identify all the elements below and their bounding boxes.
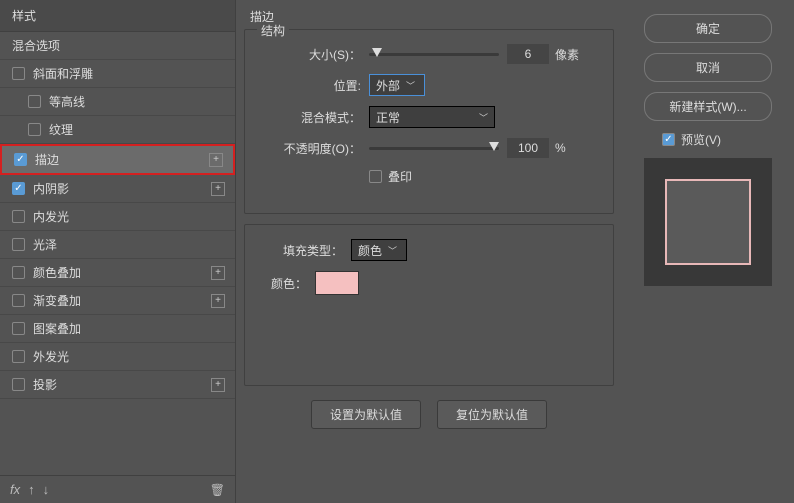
style-checkbox[interactable] xyxy=(12,322,25,335)
preview-swatch xyxy=(665,179,751,265)
filltype-select[interactable]: 颜色 ﹀ xyxy=(351,239,407,261)
position-select[interactable]: 外部 ﹀ xyxy=(369,74,425,96)
arrow-down-icon[interactable]: ↓ xyxy=(43,482,50,497)
style-checkbox[interactable] xyxy=(12,67,25,80)
preview-label: 预览(V) xyxy=(681,131,721,148)
add-layer-icon[interactable] xyxy=(211,266,225,280)
position-value: 外部 xyxy=(376,77,400,94)
styles-sidebar: 样式 混合选项 斜面和浮雕等高线纹理描边内阴影内发光光泽颜色叠加渐变叠加图案叠加… xyxy=(0,0,236,503)
opacity-slider[interactable] xyxy=(369,147,499,150)
styles-header: 样式 xyxy=(0,0,235,32)
filltype-value: 颜色 xyxy=(358,242,382,259)
opacity-label: 不透明度(O)： xyxy=(263,140,361,157)
style-checkbox[interactable] xyxy=(12,350,25,363)
slider-thumb-icon[interactable] xyxy=(489,142,499,151)
style-label: 投影 xyxy=(33,376,211,393)
style-checkbox[interactable] xyxy=(12,182,25,195)
style-checkbox[interactable] xyxy=(12,378,25,391)
structure-legend: 结构 xyxy=(257,22,289,39)
color-swatch[interactable] xyxy=(315,271,359,295)
opacity-unit: % xyxy=(555,141,566,155)
style-checkbox[interactable] xyxy=(12,294,25,307)
style-row[interactable]: 投影 xyxy=(0,371,235,399)
blend-mode-value: 正常 xyxy=(376,109,400,126)
fx-icon[interactable]: fx xyxy=(10,482,20,497)
style-checkbox[interactable] xyxy=(28,95,41,108)
style-row[interactable]: 纹理 xyxy=(0,116,235,144)
style-label: 内发光 xyxy=(33,208,225,225)
style-row[interactable]: 等高线 xyxy=(0,88,235,116)
settings-panel: 描边 结构 大小(S)： 像素 位置: 外部 ﹀ 混合模式： 正常 xyxy=(236,0,630,503)
style-label: 渐变叠加 xyxy=(33,292,211,309)
fill-group: 填充类型： 颜色 ﹀ 颜色： xyxy=(244,224,614,386)
chevron-down-icon: ﹀ xyxy=(388,244,397,257)
overprint-checkbox[interactable] xyxy=(369,170,382,183)
style-checkbox[interactable] xyxy=(28,123,41,136)
style-row[interactable]: 光泽 xyxy=(0,231,235,259)
cancel-button[interactable]: 取消 xyxy=(644,53,772,82)
style-row[interactable]: 描边 xyxy=(0,144,235,175)
style-checkbox[interactable] xyxy=(14,153,27,166)
style-row[interactable]: 内发光 xyxy=(0,203,235,231)
style-label: 纹理 xyxy=(49,121,225,138)
ok-button[interactable]: 确定 xyxy=(644,14,772,43)
style-row[interactable]: 渐变叠加 xyxy=(0,287,235,315)
trash-icon[interactable]: 🗑 xyxy=(210,483,225,497)
preview-checkbox[interactable] xyxy=(662,133,675,146)
size-slider[interactable] xyxy=(369,53,499,56)
action-panel: 确定 取消 新建样式(W)... 预览(V) xyxy=(630,0,794,503)
add-layer-icon[interactable] xyxy=(211,378,225,392)
style-label: 描边 xyxy=(35,151,209,168)
style-row[interactable]: 颜色叠加 xyxy=(0,259,235,287)
position-label: 位置: xyxy=(263,77,361,94)
panel-title: 描边 xyxy=(244,8,614,25)
add-layer-icon[interactable] xyxy=(209,153,223,167)
style-row[interactable]: 内阴影 xyxy=(0,175,235,203)
structure-group: 结构 大小(S)： 像素 位置: 外部 ﹀ 混合模式： 正常 ﹀ xyxy=(244,29,614,214)
style-label: 斜面和浮雕 xyxy=(33,65,225,82)
style-label: 光泽 xyxy=(33,236,225,253)
chevron-down-icon: ﹀ xyxy=(479,111,488,124)
filltype-label: 填充类型： xyxy=(263,242,343,259)
preview-box xyxy=(644,158,772,286)
make-default-button[interactable]: 设置为默认值 xyxy=(311,400,421,429)
add-layer-icon[interactable] xyxy=(211,294,225,308)
add-layer-icon[interactable] xyxy=(211,182,225,196)
style-checkbox[interactable] xyxy=(12,238,25,251)
blending-options-label: 混合选项 xyxy=(12,37,225,54)
style-checkbox[interactable] xyxy=(12,266,25,279)
style-label: 内阴影 xyxy=(33,180,211,197)
style-row[interactable]: 外发光 xyxy=(0,343,235,371)
size-input[interactable] xyxy=(507,44,549,64)
slider-thumb-icon[interactable] xyxy=(372,48,382,57)
color-label: 颜色： xyxy=(263,275,307,292)
style-label: 外发光 xyxy=(33,348,225,365)
opacity-input[interactable] xyxy=(507,138,549,158)
style-row[interactable]: 图案叠加 xyxy=(0,315,235,343)
style-label: 等高线 xyxy=(49,93,225,110)
blending-options-row[interactable]: 混合选项 xyxy=(0,32,235,60)
blend-mode-label: 混合模式： xyxy=(263,109,361,126)
blend-mode-select[interactable]: 正常 ﹀ xyxy=(369,106,495,128)
style-checkbox[interactable] xyxy=(12,210,25,223)
reset-default-button[interactable]: 复位为默认值 xyxy=(437,400,547,429)
chevron-down-icon: ﹀ xyxy=(406,79,415,92)
arrow-up-icon[interactable]: ↑ xyxy=(28,482,35,497)
size-unit: 像素 xyxy=(555,46,579,63)
style-row[interactable]: 斜面和浮雕 xyxy=(0,60,235,88)
sidebar-footer: fx ↑ ↓ 🗑 xyxy=(0,475,235,503)
overprint-label: 叠印 xyxy=(388,168,412,185)
style-label: 颜色叠加 xyxy=(33,264,211,281)
size-label: 大小(S)： xyxy=(263,46,361,63)
new-style-button[interactable]: 新建样式(W)... xyxy=(644,92,772,121)
style-label: 图案叠加 xyxy=(33,320,225,337)
